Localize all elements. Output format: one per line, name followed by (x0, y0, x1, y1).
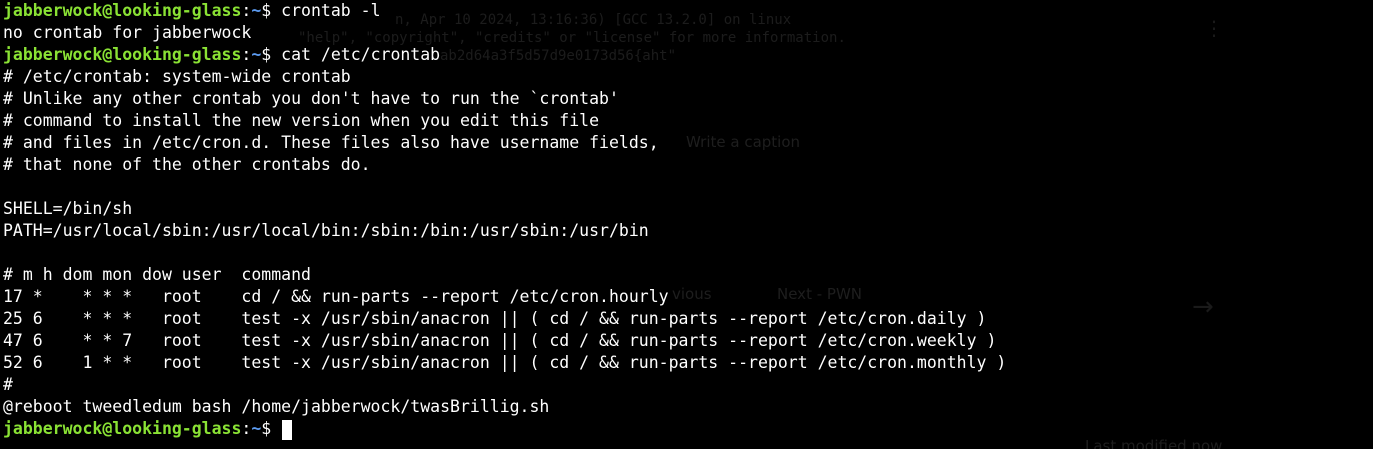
prompt-user-host: jabberwock@looking-glass (3, 45, 242, 64)
prompt-separator: : (241, 45, 252, 64)
output-line: # that none of the other crontabs do. (3, 155, 371, 174)
output-line: # (3, 375, 13, 394)
output-line: # and files in /etc/cron.d. These files … (3, 133, 659, 152)
output-line: PATH=/usr/local/sbin:/usr/local/bin:/sbi… (3, 221, 649, 240)
output-line: # /etc/crontab: system-wide crontab (3, 67, 351, 86)
output-line: # command to install the new version whe… (3, 111, 600, 130)
prompt-user-host: jabberwock@looking-glass (3, 419, 242, 438)
prompt-separator: : (241, 419, 252, 438)
terminal-window[interactable]: n, Apr 10 2024, 13:16:36) [GCC 13.2.0] o… (0, 0, 1373, 449)
prompt-path: ~ (251, 45, 262, 64)
output-line: # m h dom mon dow user command (3, 265, 311, 284)
prompt-path: ~ (251, 419, 262, 438)
terminal-output: jabberwock@looking-glass:~$ crontab -l no… (3, 0, 1006, 440)
ghost-arrow-right-icon: → (1192, 292, 1214, 322)
prompt-symbol: $ (261, 1, 282, 20)
prompt-symbol: $ (261, 419, 282, 438)
output-line: 17 * * * * root cd / && run-parts --repo… (3, 287, 669, 306)
terminal-cursor[interactable] (282, 419, 293, 440)
prompt-line: jabberwock@looking-glass:~$ cat /etc/cro… (3, 44, 1006, 66)
output-line: 47 6 * * 7 root test -x /usr/sbin/anacro… (3, 331, 997, 350)
prompt-path: ~ (251, 1, 262, 20)
prompt-line: jabberwock@looking-glass:~$ (3, 418, 1006, 440)
output-line: 52 6 1 * * root test -x /usr/sbin/anacro… (3, 353, 1007, 372)
prompt-symbol: $ (261, 45, 282, 64)
ghost-more-icon: ⋮ (1204, 16, 1224, 40)
command-text: cat /etc/crontab (281, 45, 441, 64)
ghost-modified: Last modified now (1085, 437, 1223, 449)
command-text: crontab -l (281, 1, 381, 20)
output-line: SHELL=/bin/sh (3, 199, 133, 218)
output-line: 25 6 * * * root test -x /usr/sbin/anacro… (3, 309, 987, 328)
output-line: @reboot tweedledum bash /home/jabberwock… (3, 397, 550, 416)
prompt-line: jabberwock@looking-glass:~$ crontab -l (3, 0, 1006, 22)
output-line: no crontab for jabberwock (3, 23, 252, 42)
prompt-separator: : (241, 1, 252, 20)
output-line: # Unlike any other crontab you don't hav… (3, 89, 619, 108)
prompt-user-host: jabberwock@looking-glass (3, 1, 242, 20)
